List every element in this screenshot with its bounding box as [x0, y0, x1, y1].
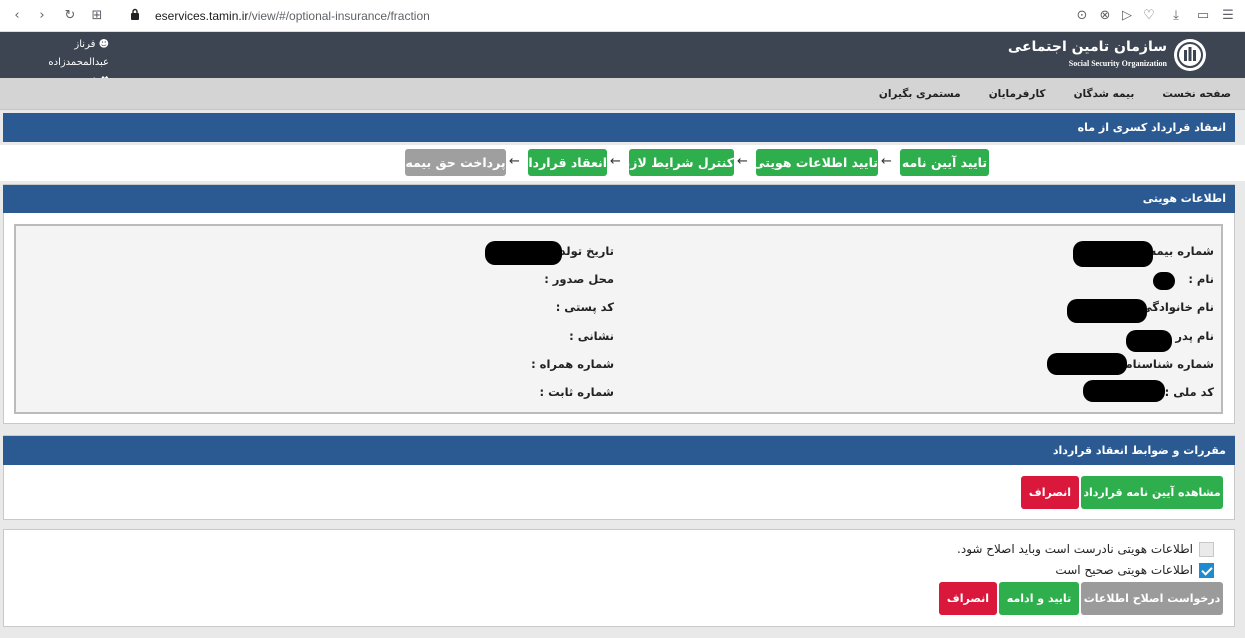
logo-text-en: Social Security Organization	[1068, 59, 1167, 68]
identity-section-title: اطلاعات هویتی	[3, 185, 1235, 213]
request-fix-button[interactable]: درخواست اصلاح اطلاعات	[1081, 582, 1223, 615]
field-first-name: نام :	[1188, 272, 1214, 286]
nav-pensioners[interactable]: مستمری بگیران	[879, 78, 961, 110]
page-title: انعقاد قرارداد کسری از ماه	[3, 113, 1235, 142]
arrow-left-icon: ←	[737, 154, 748, 169]
menu-icon[interactable]: ☰	[1220, 8, 1236, 24]
field-mobile: شماره همراه :	[531, 357, 614, 371]
checkbox-correct[interactable]	[1199, 562, 1214, 578]
option-incorrect[interactable]: اطلاعات هویتی نادرست است وباید اصلاح شود…	[957, 540, 1214, 558]
arrow-left-icon: ←	[610, 154, 621, 169]
step-confirm-identity[interactable]: تایید اطلاعات هویتی	[753, 149, 878, 176]
reload-icon[interactable]: ↻	[62, 8, 78, 24]
main-nav: صفحه نخست بیمه شدگان کارفرمایان مستمری ب…	[0, 78, 1245, 110]
step-check-conditions[interactable]: کنترل شرایط لازم	[621, 149, 734, 176]
checkbox-incorrect[interactable]	[1199, 541, 1214, 557]
nav-employers[interactable]: کارفرمایان	[989, 78, 1046, 110]
redacted-value	[1067, 299, 1147, 323]
step-payment: پرداخت حق بیمه	[405, 149, 506, 176]
confirm-continue-button[interactable]: تایید و ادامه	[999, 582, 1079, 615]
field-postal-code: کد پستی :	[555, 300, 614, 314]
cancel-button[interactable]: انصراف	[939, 582, 997, 615]
ssorg-emblem-icon	[1174, 39, 1206, 71]
redacted-value	[1083, 380, 1165, 402]
user-icon: ☻	[98, 39, 109, 50]
view-regulation-button[interactable]: مشاهده آیین نامه قرارداد	[1081, 476, 1223, 509]
sidebar-icon[interactable]: ▭	[1195, 8, 1211, 24]
download-icon[interactable]: ⤓	[1168, 8, 1184, 24]
app-header: ☻ فرناز عبدالمحمدزاده ✖ خروج سازمان تامی…	[0, 32, 1245, 86]
redacted-value	[1073, 241, 1153, 267]
rules-section-title: مقررات و ضوابط انعقاد قرارداد	[3, 436, 1235, 465]
wizard-steps: تایید آیین نامه ← تایید اطلاعات هویتی ← …	[0, 145, 1245, 181]
camera-icon[interactable]: ⊙	[1074, 8, 1090, 24]
lock-icon[interactable]	[127, 8, 143, 24]
logo-text-fa: سازمان تامین اجتماعی	[1007, 39, 1167, 55]
cancel-button[interactable]: انصراف	[1021, 476, 1079, 509]
nav-insured[interactable]: بیمه شدگان	[1074, 78, 1135, 110]
arrow-left-icon: ←	[509, 154, 520, 169]
logo[interactable]: سازمان تامین اجتماعی Social Security Org…	[1008, 36, 1207, 74]
field-national-code: کد ملی :	[1164, 385, 1214, 399]
apps-icon[interactable]: ⊞	[89, 8, 105, 24]
browser-toolbar: ‹ › ↻ ⊞ eservices.tamin.ir/view/#/option…	[0, 0, 1245, 32]
forward-icon[interactable]: ›	[34, 8, 50, 24]
field-father-name: نام پدر :	[1166, 329, 1214, 343]
step-contract[interactable]: انعقاد قرارداد	[522, 149, 607, 176]
field-birth-date: تاریخ تولد	[559, 244, 614, 258]
field-address: نشانی :	[569, 329, 614, 343]
back-icon[interactable]: ‹	[9, 8, 25, 24]
user-name-row[interactable]: ☻ فرناز عبدالمحمدزاده	[14, 36, 109, 72]
redacted-value	[1126, 330, 1172, 352]
redacted-value	[1047, 353, 1127, 375]
redacted-value	[485, 241, 562, 265]
address-bar[interactable]: eservices.tamin.ir/view/#/optional-insur…	[155, 8, 430, 24]
option-correct[interactable]: اطلاعات هویتی صحیح است	[1055, 561, 1214, 579]
step-confirm-regulation[interactable]: تایید آیین نامه	[900, 149, 989, 176]
field-phone: شماره ثابت :	[539, 385, 614, 399]
field-issue-place: محل صدور :	[544, 272, 614, 286]
block-icon[interactable]: ⊗	[1097, 8, 1113, 24]
nav-home[interactable]: صفحه نخست	[1162, 78, 1231, 110]
heart-icon[interactable]: ♡	[1141, 8, 1157, 24]
arrow-left-icon: ←	[881, 154, 892, 169]
identity-box	[14, 224, 1223, 414]
send-icon[interactable]: ▷	[1119, 8, 1135, 24]
redacted-value	[1153, 272, 1175, 290]
